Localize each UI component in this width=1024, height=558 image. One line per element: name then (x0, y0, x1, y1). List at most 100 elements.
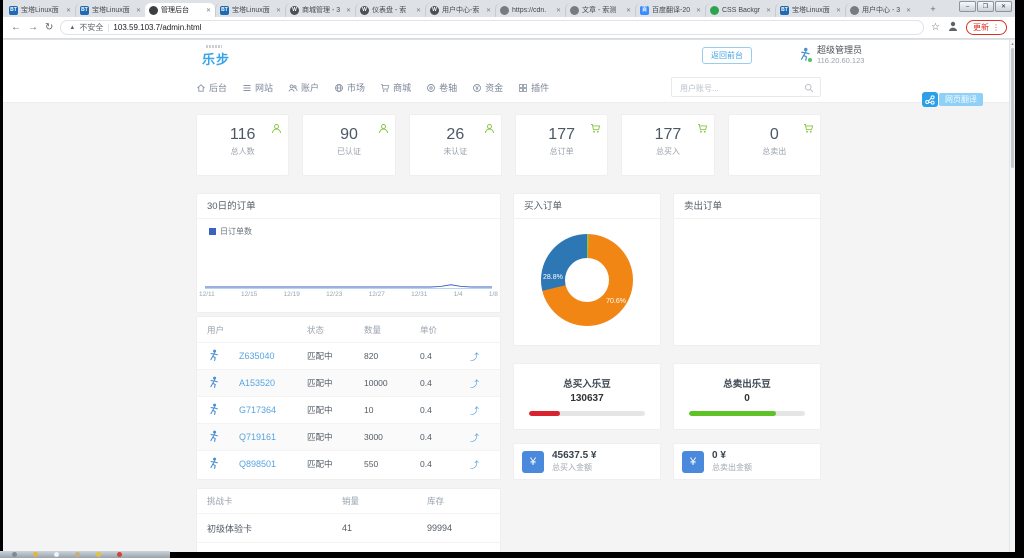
order-action-icon[interactable]: ⤴ (470, 377, 500, 390)
order-status: 匹配中 (307, 432, 333, 442)
legend-item[interactable]: 日订单数 (209, 226, 500, 237)
back-to-front-button[interactable]: 返回前台 (702, 47, 752, 64)
nav-item-backend[interactable]: 后台 (196, 81, 227, 94)
order-action-icon[interactable]: ⤴ (470, 431, 500, 444)
back-icon[interactable]: ← (11, 22, 21, 33)
nav-label: 市场 (347, 83, 366, 93)
order-table-row: Q898501 匹配中 550 0.4 ⤴ (197, 450, 500, 477)
nav-item-accounts[interactable]: 账户 (288, 81, 319, 94)
scrollbar-up-icon[interactable]: ▲ (1010, 40, 1015, 47)
bookmark-star-icon[interactable]: ☆ (931, 22, 940, 33)
tab-label: 商城管理 - 3 (302, 7, 341, 14)
coin-icon (473, 83, 482, 92)
restore-button[interactable]: ❐ (977, 1, 994, 12)
taskbar-icon[interactable] (117, 552, 122, 557)
close-window-button[interactable]: ✕ (995, 1, 1012, 12)
browser-tab[interactable]: W 商城管理 - 3 ✕ (285, 3, 355, 17)
page-scrollbar[interactable]: ▲ (1009, 40, 1015, 552)
browser-tab[interactable]: https://cdn. ✕ (495, 3, 565, 17)
tab-close-icon[interactable]: ✕ (556, 7, 561, 14)
reload-icon[interactable]: ↻ (45, 22, 53, 33)
update-button[interactable]: 更新 ⋮ (966, 20, 1007, 35)
security-warning-icon[interactable]: ▲ (69, 25, 75, 31)
translate-overlay-widget[interactable]: 网页翻译 (922, 92, 983, 107)
stat-card-total-orders: 177 总订单 (514, 114, 609, 176)
minimize-button[interactable]: – (959, 1, 976, 12)
overlay-widget-label[interactable]: 网页翻译 (939, 93, 983, 106)
scrollbar-thumb[interactable] (1011, 48, 1014, 168)
browser-tab[interactable]: BT 宝塔Linux面 ✕ (215, 3, 285, 17)
user-search-box[interactable] (671, 77, 821, 97)
tab-close-icon[interactable]: ✕ (66, 7, 71, 14)
browser-tab[interactable]: 文章 - 索测 ✕ (565, 3, 635, 17)
browser-tab[interactable]: 百 百度翻译-20 ✕ (635, 3, 705, 17)
taskbar-icon[interactable] (54, 552, 59, 557)
tab-close-icon[interactable]: ✕ (486, 7, 491, 14)
orders-line-chart (205, 284, 492, 288)
tab-close-icon[interactable]: ✕ (206, 7, 211, 14)
nav-item-mall[interactable]: 商城 (380, 81, 411, 94)
nav-item-funds[interactable]: 资金 (472, 81, 503, 94)
order-user-link[interactable]: Q898501 (239, 459, 307, 469)
tab-close-icon[interactable]: ✕ (626, 7, 631, 14)
tab-close-icon[interactable]: ✕ (416, 7, 421, 14)
profile-avatar-icon[interactable] (947, 19, 959, 37)
tab-close-icon[interactable]: ✕ (346, 7, 351, 14)
order-action-icon[interactable]: ⤴ (470, 458, 500, 471)
browser-tab[interactable]: W 用户中心-索 ✕ (425, 3, 495, 17)
stat-label: 总买入 (655, 147, 680, 156)
cards-table-header: 挑战卡 销量 库存 (197, 489, 500, 513)
nav-item-market[interactable]: 市场 (334, 81, 365, 94)
address-bar[interactable]: ▲ 不安全 | 103.59.103.7/admin.html (60, 20, 925, 35)
taskbar-icon[interactable] (33, 552, 38, 557)
browser-tab[interactable]: 管理后台 ✕ (145, 3, 215, 17)
tab-favicon-icon: BT (780, 5, 789, 15)
person-icon (271, 121, 282, 139)
orders-table-body: Z635040 匹配中 820 0.4 ⤴ A153520 匹配中 10000 … (197, 342, 500, 477)
nav-item-website[interactable]: 网站 (242, 81, 273, 94)
tab-close-icon[interactable]: ✕ (276, 7, 281, 14)
sell-progress-fill (689, 411, 776, 416)
order-action-icon[interactable]: ⤴ (470, 404, 500, 417)
taskbar-icon[interactable] (75, 552, 80, 557)
order-user-link[interactable]: G717364 (239, 405, 307, 415)
tab-favicon-icon (570, 5, 579, 15)
brand-logo[interactable]: 乐步 (202, 49, 230, 68)
stat-card-unverified: 26 未认证 (408, 114, 502, 176)
forward-icon[interactable]: → (28, 22, 38, 33)
order-status: 匹配中 (307, 459, 333, 469)
x-tick: 12/31 (411, 291, 428, 298)
taskbar-icon[interactable] (96, 552, 101, 557)
browser-tab[interactable]: W 仪表盘 - 索 ✕ (355, 3, 425, 17)
browser-tab[interactable]: BT 宝塔Linux面 ✕ (75, 3, 145, 17)
order-user-link[interactable]: Q719161 (239, 432, 307, 442)
user-info[interactable]: 超级管理员 116.20.60.123 (797, 43, 927, 65)
browser-tab[interactable]: BT 宝塔Linux面 ✕ (5, 3, 75, 17)
stat-cards-row: 116 总人数 90 已认证 26 未认证 177 总订单 177 总买入 0 … (196, 114, 821, 176)
nav-item-scroll[interactable]: 卷轴 (426, 81, 457, 94)
browser-tab[interactable]: BT 宝塔Linux面 ✕ (775, 3, 845, 17)
menu-dots-icon[interactable]: ⋮ (992, 23, 1000, 32)
nav-item-plugins[interactable]: 插件 (518, 81, 549, 94)
tab-close-icon[interactable]: ✕ (766, 7, 771, 14)
legend-swatch (209, 228, 216, 235)
tab-close-icon[interactable]: ✕ (836, 7, 841, 14)
order-qty: 10000 (364, 378, 388, 388)
search-input[interactable] (672, 80, 792, 93)
taskbar[interactable] (0, 551, 170, 558)
taskbar-icon[interactable] (12, 552, 17, 557)
nav-label: 资金 (485, 83, 504, 93)
browser-tab[interactable]: 用户中心 - 3 ✕ (845, 3, 915, 17)
share-icon[interactable] (922, 92, 938, 107)
order-user-link[interactable]: Z635040 (239, 351, 307, 361)
tab-close-icon[interactable]: ✕ (696, 7, 701, 14)
new-tab-button[interactable]: + (925, 3, 941, 16)
security-label: 不安全 (79, 23, 104, 32)
buy-orders-title: 买入订单 (514, 194, 660, 219)
tab-close-icon[interactable]: ✕ (906, 7, 911, 14)
browser-tab[interactable]: CSS Backgr ✕ (705, 3, 775, 17)
search-icon[interactable] (804, 83, 814, 93)
tab-close-icon[interactable]: ✕ (136, 7, 141, 14)
order-user-link[interactable]: A153520 (239, 378, 307, 388)
order-action-icon[interactable]: ⤴ (470, 350, 500, 363)
